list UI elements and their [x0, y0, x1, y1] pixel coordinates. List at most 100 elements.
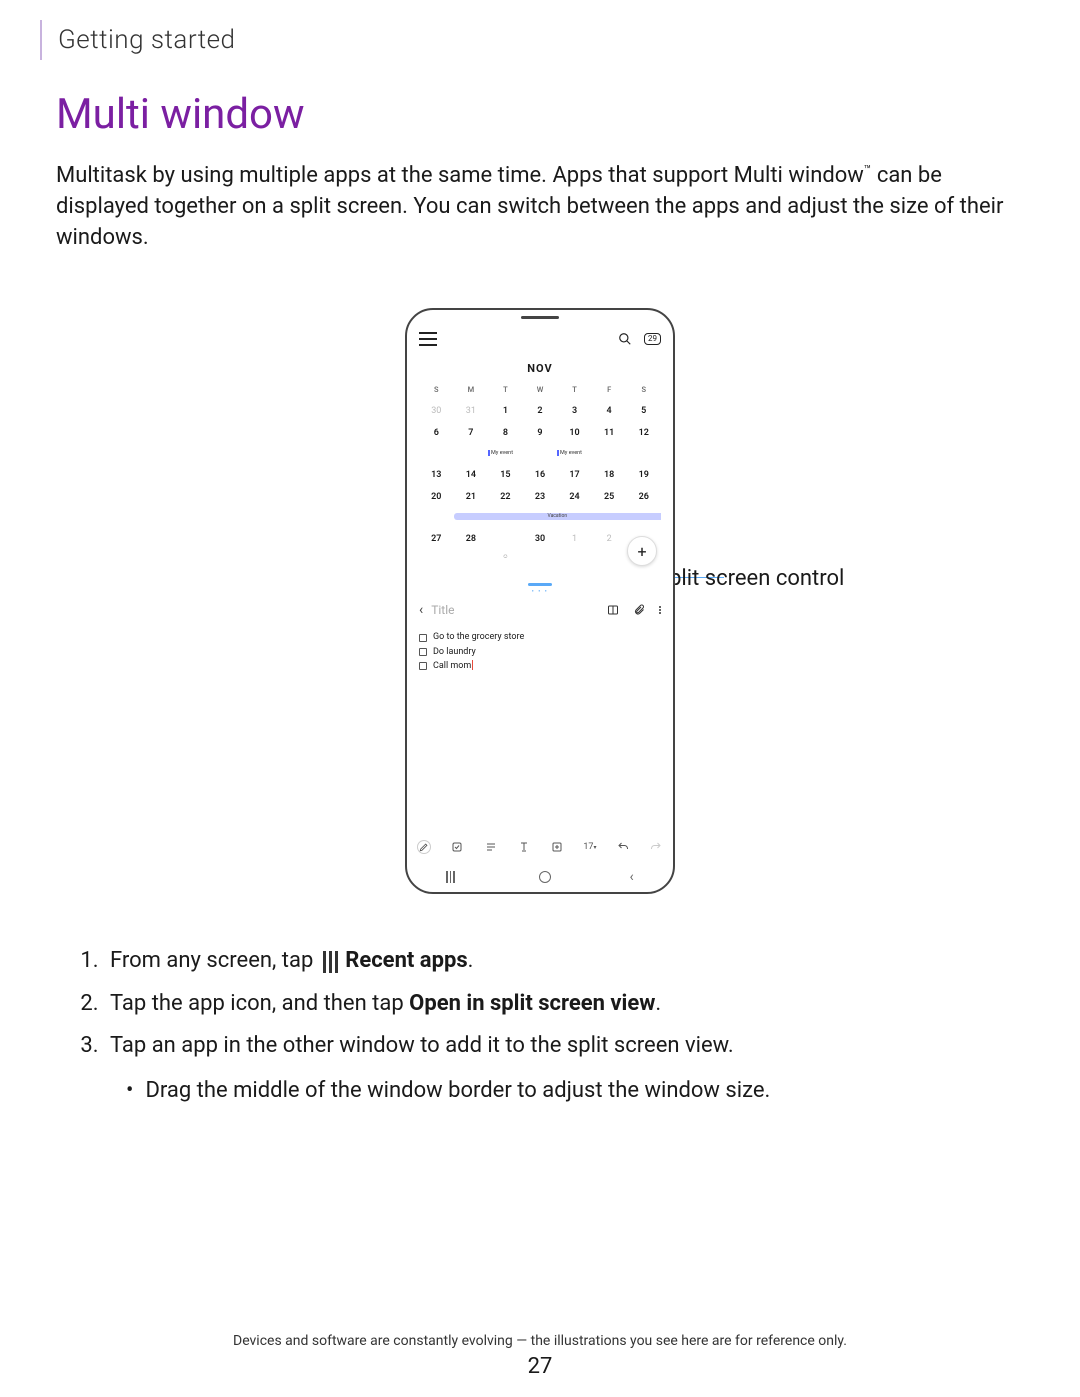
- phone-illustration: 29 NOV S M T W T F S 30 31 1: [405, 308, 675, 894]
- split-handle-bar[interactable]: [528, 583, 552, 586]
- search-icon[interactable]: [618, 332, 632, 346]
- nav-home-icon[interactable]: [539, 871, 551, 883]
- calendar-day[interactable]: 2: [523, 406, 558, 416]
- checkbox-icon[interactable]: [419, 662, 427, 670]
- calendar-day[interactable]: 8: [488, 428, 523, 438]
- dow: F: [592, 385, 627, 394]
- calendar-day[interactable]: 15: [488, 470, 523, 480]
- calendar-day-selected[interactable]: 29☺: [488, 534, 523, 560]
- notes-topbar: ‹ Title: [419, 602, 661, 618]
- calendar-day[interactable]: 21: [454, 492, 489, 502]
- dow: M: [454, 385, 489, 394]
- reader-mode-icon[interactable]: [607, 604, 619, 616]
- checkbox-icon[interactable]: [419, 634, 427, 642]
- calendar-topbar: 29: [419, 332, 661, 346]
- todo-text: Go to the grocery store: [433, 630, 524, 644]
- calendar-event-label[interactable]: My event: [557, 450, 582, 456]
- calendar-day[interactable]: 3: [557, 406, 592, 416]
- breadcrumb: Getting started: [58, 25, 236, 55]
- step-text: .: [468, 948, 474, 973]
- calendar-event-label[interactable]: My event: [488, 450, 513, 456]
- sub-bullet-item: Drag the middle of the window border to …: [120, 1072, 1024, 1111]
- todo-item[interactable]: Go to the grocery store: [419, 630, 661, 644]
- calendar-month-label: NOV: [419, 362, 661, 375]
- calendar-day[interactable]: 28: [454, 534, 489, 560]
- step-text-bold: Open in split screen view: [409, 991, 655, 1016]
- calendar-day[interactable]: 31: [454, 406, 489, 416]
- text-style-tool-icon[interactable]: [484, 840, 498, 854]
- calendar-day[interactable]: 22: [488, 492, 523, 502]
- hamburger-icon[interactable]: [419, 332, 437, 346]
- more-options-icon[interactable]: [659, 606, 661, 614]
- todo-item[interactable]: Do laundry: [419, 645, 661, 659]
- note-title-placeholder[interactable]: Title: [431, 603, 454, 617]
- todo-item[interactable]: Call mom: [419, 659, 661, 673]
- calendar-day[interactable]: 9: [523, 428, 558, 438]
- notes-app-pane: ‹ Title Go to the grocery store Do laund…: [407, 594, 673, 854]
- undo-icon[interactable]: [616, 840, 630, 854]
- checkbox-tool-icon[interactable]: [450, 840, 464, 854]
- header-accent-line: [40, 20, 42, 60]
- calendar-grid: S M T W T F S 30 31 1 2 3 4 5: [419, 385, 661, 560]
- calendar-day[interactable]: 30: [419, 406, 454, 416]
- nav-recents-icon[interactable]: [446, 871, 460, 883]
- page-title: Multi window: [56, 90, 1024, 139]
- nav-back-icon[interactable]: ‹: [629, 869, 633, 885]
- dow: S: [626, 385, 661, 394]
- step-item: Tap an app in the other window to add it…: [104, 1027, 1024, 1110]
- attachment-icon[interactable]: [633, 604, 645, 616]
- redo-icon[interactable]: [649, 840, 663, 854]
- dow: W: [523, 385, 558, 394]
- figure-wrapper: Split screen control 29 NOV S M: [56, 308, 1024, 894]
- calendar-day[interactable]: 2: [592, 534, 627, 560]
- step-text: Tap an app in the other window to add it…: [110, 1033, 734, 1058]
- calendar-day[interactable]: 27: [419, 534, 454, 560]
- checkbox-icon[interactable]: [419, 648, 427, 656]
- calendar-day[interactable]: 4: [592, 406, 627, 416]
- intro-paragraph: Multitask by using multiple apps at the …: [56, 161, 1024, 253]
- step-text-bold: Recent apps: [345, 948, 467, 973]
- dropdown-caret-icon: ▾: [593, 844, 596, 851]
- step-text: From any screen, tap: [110, 948, 313, 973]
- content-area: Multi window Multitask by using multiple…: [0, 60, 1080, 1110]
- calendar-day[interactable]: 18: [592, 470, 627, 480]
- calendar-day[interactable]: 24: [557, 492, 592, 502]
- pen-tool-icon[interactable]: [417, 840, 431, 854]
- calendar-day[interactable]: 25: [592, 492, 627, 502]
- vacation-event-bar[interactable]: Vacation: [454, 513, 661, 520]
- calendar-day[interactable]: 26: [626, 492, 661, 502]
- calendar-day[interactable]: 5: [626, 406, 661, 416]
- today-date-badge[interactable]: 29: [644, 333, 661, 345]
- calendar-day[interactable]: 10: [557, 428, 592, 438]
- calendar-events-row: My event My event: [419, 450, 661, 458]
- calendar-day[interactable]: 30: [523, 534, 558, 560]
- calendar-day[interactable]: 6: [419, 428, 454, 438]
- recents-inline-icon: [323, 951, 338, 973]
- calendar-day[interactable]: 17: [557, 470, 592, 480]
- font-size-control[interactable]: 17▾: [583, 840, 596, 854]
- step-text: Tap the app icon, and then tap: [110, 991, 409, 1016]
- add-event-fab[interactable]: +: [627, 536, 657, 566]
- emoji-indicator-icon: ☺: [488, 553, 523, 560]
- calendar-day[interactable]: 16: [523, 470, 558, 480]
- notes-toolbar: 17▾: [417, 840, 663, 854]
- back-icon[interactable]: ‹: [419, 602, 423, 618]
- page-header: Getting started: [0, 0, 1080, 60]
- calendar-day[interactable]: 1: [488, 406, 523, 416]
- dow: S: [419, 385, 454, 394]
- calendar-day[interactable]: 11: [592, 428, 627, 438]
- calendar-day[interactable]: 7: [454, 428, 489, 438]
- step-text: .: [655, 991, 661, 1016]
- insert-tool-icon[interactable]: [550, 840, 564, 854]
- calendar-day[interactable]: 19: [626, 470, 661, 480]
- sub-bullet-list: Drag the middle of the window border to …: [120, 1072, 1024, 1111]
- calendar-day[interactable]: 23: [523, 492, 558, 502]
- split-screen-control[interactable]: • • •: [407, 582, 673, 594]
- text-format-tool-icon[interactable]: [517, 840, 531, 854]
- calendar-day[interactable]: 12: [626, 428, 661, 438]
- todo-text: Do laundry: [433, 645, 476, 659]
- calendar-day[interactable]: 14: [454, 470, 489, 480]
- calendar-day[interactable]: 1: [557, 534, 592, 560]
- calendar-day[interactable]: 20: [419, 492, 454, 502]
- calendar-day[interactable]: 13: [419, 470, 454, 480]
